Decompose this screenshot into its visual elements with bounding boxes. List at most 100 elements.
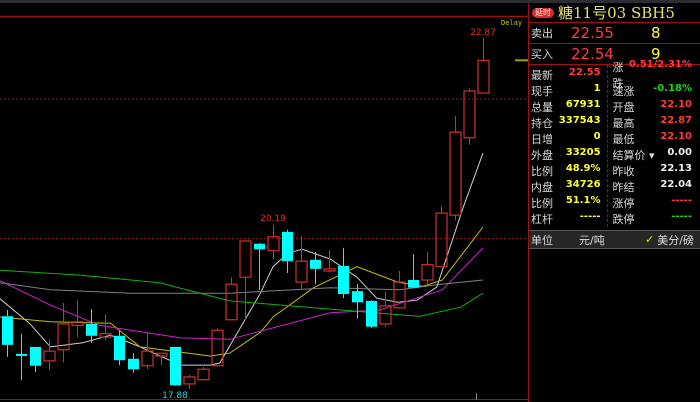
candle-up — [477, 38, 490, 94]
candlestick-chart[interactable]: Delay 22.87 20.19 17.88 — [0, 0, 528, 402]
candle-down — [352, 284, 363, 319]
info-cell: 比例 48.9% — [529, 163, 609, 179]
candle-body — [323, 268, 336, 272]
moving-average-line — [0, 152, 484, 366]
candle-body — [239, 240, 252, 278]
candle-body — [86, 323, 97, 336]
candle-up — [421, 252, 434, 285]
info-label: 跌停 — [612, 213, 635, 226]
info-cell: 日增 0 — [529, 131, 609, 147]
info-value: 1 — [593, 83, 601, 94]
info-label: 外盘 — [531, 149, 553, 162]
info-cell: 持仓 337543 — [529, 115, 609, 131]
candle-body — [2, 316, 13, 345]
high-price-label: 22.87 — [470, 28, 496, 38]
unit-value: 元/吨 — [579, 233, 605, 247]
candle-body — [435, 212, 448, 268]
info-label: 最新 — [531, 69, 553, 82]
info-label: 涨停 — [612, 197, 635, 210]
info-cell: 总量 67931 — [529, 99, 609, 115]
info-value: 48.9% — [565, 163, 601, 174]
info-value: ----- — [671, 211, 692, 222]
candle-body — [408, 279, 419, 288]
info-cell: 外盘 33205 — [529, 147, 609, 163]
candle-body — [295, 260, 308, 283]
candle-down — [254, 243, 265, 290]
info-cell: 速涨 -0.18% — [609, 83, 700, 99]
info-label: 现手 — [531, 85, 553, 98]
info-row: 总量 67931 开盘 22.10 — [529, 99, 700, 115]
candle-body — [141, 350, 154, 367]
info-value: 22.04 — [660, 179, 692, 190]
candle-up — [141, 333, 154, 370]
candle-body — [225, 283, 238, 321]
candle-body — [43, 350, 56, 362]
candle-body — [114, 335, 125, 361]
info-value: 22.13 — [660, 163, 692, 174]
candle-down — [170, 346, 181, 387]
info-label: 开盘 — [612, 101, 635, 114]
sell-price: 22.55 — [571, 24, 614, 42]
unit-alt-option[interactable]: 美分/磅 — [657, 232, 694, 248]
info-cell: 最新 22.55 — [529, 67, 609, 83]
candle-down — [86, 309, 97, 343]
candle-body — [338, 266, 349, 294]
candle-body — [463, 90, 476, 139]
info-label: 总量 — [531, 101, 553, 114]
candle-down — [2, 309, 13, 357]
candle-body — [197, 368, 210, 381]
info-cell: 杠杆 ----- — [529, 211, 609, 227]
info-cell: 昨结 22.04 — [609, 179, 700, 195]
check-icon[interactable]: ✓ — [645, 233, 654, 246]
candle-down — [30, 346, 41, 373]
info-cell: 内盘 34726 — [529, 179, 609, 195]
candle-body — [366, 300, 377, 327]
candle-body — [170, 346, 181, 386]
quote-info-grid: 最新 22.55 涨跌 0.51/2.31% 现手 1 速涨 -0.18% 总量 67931 开盘 2… — [529, 59, 700, 227]
candle-up — [463, 88, 476, 145]
info-row: 比例 48.9% 昨收 22.13 — [529, 163, 700, 179]
candle-body — [71, 321, 84, 326]
info-row: 持仓 337543 最高 22.87 — [529, 115, 700, 131]
candle-body — [477, 59, 490, 94]
info-value: 0.00 — [667, 147, 692, 158]
info-value: ----- — [579, 211, 601, 222]
candle-down — [366, 300, 377, 329]
quote-panel: 延时 糖11号03 SBH5 卖出 22.55 8 买入 22.54 9 最新 2… — [528, 3, 700, 402]
sell-label: 卖出 — [531, 27, 553, 40]
info-value: ----- — [671, 195, 692, 206]
candle-up — [225, 277, 238, 321]
info-cell: 现手 1 — [529, 83, 609, 99]
candle-up — [267, 224, 280, 260]
info-value: 22.87 — [660, 115, 692, 126]
candle-body — [352, 291, 363, 303]
info-label[interactable]: 结算价 ▾ — [613, 147, 655, 163]
info-label: 比例 — [531, 165, 553, 178]
info-row: 日增 0 最低 22.10 — [529, 131, 700, 147]
candle-body — [310, 259, 321, 269]
info-row: 比例 51.1% 涨停 ----- — [529, 195, 700, 211]
info-value: 0 — [593, 131, 601, 142]
info-label: 速涨 — [612, 85, 635, 98]
info-label: 比例 — [531, 197, 553, 210]
candle-down — [16, 333, 27, 380]
info-cell: 开盘 22.10 — [609, 99, 700, 115]
candle-body — [254, 243, 265, 250]
info-value: 33205 — [565, 147, 601, 158]
sell-quote-row[interactable]: 卖出 22.55 8 — [529, 23, 700, 44]
info-cell: 最低 22.10 — [609, 131, 700, 147]
candle-up — [449, 116, 462, 221]
info-value: 22.10 — [660, 131, 692, 142]
candle-up — [43, 339, 56, 370]
candle-down — [408, 254, 419, 288]
info-row: 外盘 33205 结算价 ▾ 0.00 — [529, 147, 700, 163]
candle-up — [295, 236, 308, 290]
candle-up — [197, 367, 210, 381]
candle-down — [338, 247, 349, 299]
info-row: 杠杆 ----- 跌停 ----- — [529, 211, 700, 227]
candle-body — [16, 353, 27, 356]
candle-down — [114, 330, 125, 366]
info-label: 最高 — [612, 117, 635, 130]
candle-body — [449, 131, 462, 216]
unit-label: 单位 — [531, 233, 553, 247]
